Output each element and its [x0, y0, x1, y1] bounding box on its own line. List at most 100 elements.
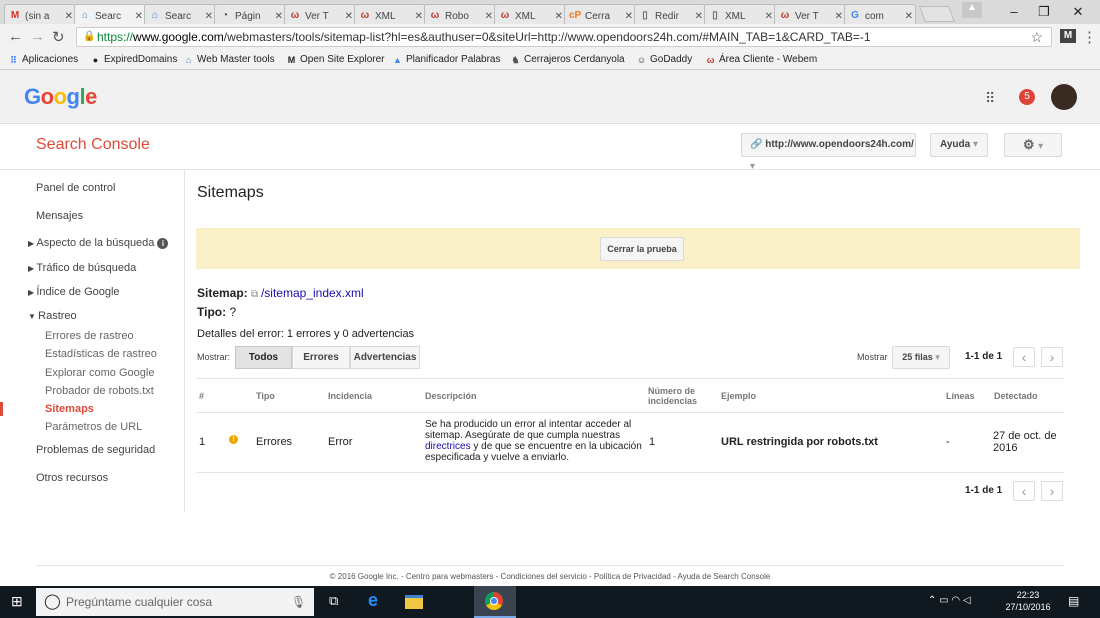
rows-select[interactable]: 25 filas ▾	[892, 346, 950, 369]
close-tab-icon[interactable]: ✕	[905, 11, 913, 22]
profile-icon[interactable]: ▲	[962, 2, 982, 18]
bookmark-item[interactable]: ▲ Planificador Palabras	[392, 54, 500, 66]
sidebar-item-rastreo[interactable]: ▼ Rastreo	[28, 310, 77, 322]
sidebar-item-parametros[interactable]: Parámetros de URL	[45, 421, 142, 433]
browser-tab[interactable]: Gcom ✕	[844, 4, 916, 24]
cortana-search[interactable]: ◯ Pregúntame cualquier cosa 🎙	[36, 588, 314, 616]
close-tab-icon[interactable]: ✕	[695, 11, 703, 22]
footer-links[interactable]: © 2016 Google Inc. - Centro para webmast…	[0, 572, 1100, 581]
sitemap-link[interactable]: /sitemap_index.xml	[261, 286, 364, 300]
close-tab-icon[interactable]: ✕	[345, 11, 353, 22]
filter-advertencias[interactable]: Advertencias	[350, 346, 420, 369]
minimize-button[interactable]: –	[1000, 4, 1028, 19]
edge-icon[interactable]: e	[368, 590, 378, 611]
new-tab-button[interactable]	[919, 6, 955, 22]
chrome-taskbar-button[interactable]	[474, 586, 516, 618]
back-icon[interactable]: ←	[8, 28, 23, 45]
sidebar-item-errores-rastreo[interactable]: Errores de rastreo	[45, 330, 134, 342]
file-explorer-icon[interactable]	[405, 595, 423, 609]
close-tab-icon[interactable]: ✕	[835, 11, 843, 22]
sidebar-item-robots[interactable]: Probador de robots.txt	[45, 385, 154, 397]
browser-tab[interactable]: ⌂ Searc ✕	[144, 4, 216, 24]
next-page-icon[interactable]: ›	[1041, 481, 1063, 501]
product-title[interactable]: Search Console	[36, 136, 150, 154]
browser-tab[interactable]: ◔ Págin ✕	[214, 4, 286, 24]
close-tab-icon[interactable]: ✕	[415, 11, 423, 22]
sidebar-item-seguridad[interactable]: Problemas de seguridad	[36, 444, 155, 456]
info-icon[interactable]: i	[157, 238, 169, 249]
search-console-icon: ⌂	[81, 10, 89, 21]
browser-tab[interactable]: cP Cerra ✕	[564, 4, 636, 24]
clock[interactable]: 22:23 27/10/2016	[1000, 589, 1056, 613]
notifications-badge[interactable]: 5	[1019, 89, 1035, 105]
close-tab-icon[interactable]: ✕	[625, 11, 633, 22]
close-tab-icon[interactable]: ✕	[765, 11, 773, 22]
close-window-button[interactable]: ✕	[1064, 4, 1092, 20]
browser-tab[interactable]: ▯ Redir ✕	[634, 4, 706, 24]
sidebar-item-aspecto[interactable]: ▶ Aspecto de la búsqueda i	[28, 237, 169, 249]
guidelines-link[interactable]: directrices	[425, 441, 471, 452]
prev-page-icon[interactable]: ‹	[1013, 481, 1035, 501]
type-label: Tipo:	[197, 305, 227, 319]
bookmark-item[interactable]: ● ExpiredDomains	[90, 54, 178, 66]
menu-kebab-icon[interactable]: ⋮	[1082, 28, 1097, 46]
active-indicator	[0, 402, 3, 416]
browser-tab[interactable]: ω Robo ✕	[424, 4, 496, 24]
browser-tab[interactable]: M (sin a ✕	[4, 4, 76, 24]
close-tab-icon[interactable]: ✕	[275, 11, 283, 22]
clock-date: 27/10/2016	[1005, 602, 1051, 612]
site-selector[interactable]: 🔗 http://www.opendoors24h.com/ ▾	[741, 133, 916, 172]
browser-tab[interactable]: ω XML ✕	[354, 4, 426, 24]
next-page-icon[interactable]: ›	[1041, 347, 1063, 367]
sidebar-item-indice[interactable]: ▶ Índice de Google	[28, 286, 120, 298]
bookmark-star-icon[interactable]: ☆	[1030, 28, 1043, 46]
apps-grid-icon[interactable]: ⠿	[985, 90, 995, 107]
microphone-icon[interactable]: 🎙	[291, 588, 306, 616]
google-icon: G	[851, 10, 859, 21]
browser-tab[interactable]: ω Ver T ✕	[284, 4, 356, 24]
browser-tab[interactable]: ω Ver T ✕	[774, 4, 846, 24]
reload-icon[interactable]: ↻	[52, 28, 65, 46]
cell-detectado: 27 de oct. de 2016	[993, 430, 1057, 454]
sidebar-item-panel[interactable]: Panel de control	[36, 182, 116, 194]
bookmark-item[interactable]: ☺ GoDaddy	[636, 54, 692, 66]
close-tab-icon[interactable]: ✕	[485, 11, 493, 22]
sidebar-item-otros[interactable]: Otros recursos	[36, 472, 108, 484]
filter-todos[interactable]: Todos	[235, 346, 292, 369]
close-tab-icon[interactable]: ✕	[205, 11, 213, 22]
url-field[interactable]: 🔒 https://www.google.com/webmasters/tools…	[76, 27, 1052, 47]
bookmark-item[interactable]: ω Área Cliente - Webem	[705, 54, 818, 66]
sidebar-item-estadisticas[interactable]: Estadísticas de rastreo	[45, 348, 157, 360]
action-center-icon[interactable]: ▤	[1068, 594, 1079, 608]
bookmark-item[interactable]: M Open Site Explorer	[286, 54, 385, 66]
windows-taskbar: ⊞ ◯ Pregúntame cualquier cosa 🎙 ⧉ e ⌃ ▭ …	[0, 586, 1100, 618]
sidebar-item-explorar[interactable]: Explorar como Google	[45, 367, 154, 379]
task-view-icon[interactable]: ⧉	[329, 593, 338, 609]
close-tab-icon[interactable]: ✕	[65, 11, 73, 22]
avatar[interactable]	[1051, 84, 1077, 110]
bookmark-item[interactable]: ⌂ Web Master tools	[183, 54, 275, 66]
browser-tab[interactable]: ⌂ Searc ✕	[74, 4, 146, 24]
extension-icon[interactable]: M	[1060, 29, 1076, 43]
close-test-button[interactable]: Cerrar la prueba	[600, 237, 684, 261]
sidebar-item-mensajes[interactable]: Mensajes	[36, 210, 83, 222]
prev-page-icon[interactable]: ‹	[1013, 347, 1035, 367]
maximize-button[interactable]: ❐	[1030, 4, 1058, 20]
help-button[interactable]: Ayuda ▾	[930, 133, 988, 157]
bookmark-item[interactable]: ⠿ Aplicaciones	[8, 54, 78, 66]
godaddy-icon: ☺	[636, 55, 647, 65]
sidebar-item-trafico[interactable]: ▶ Tráfico de búsqueda	[28, 262, 136, 274]
browser-tab[interactable]: ▯ XML ✕	[704, 4, 776, 24]
settings-button[interactable]: ⚙ ▾	[1004, 133, 1062, 157]
browser-tab[interactable]: ω XML ✕	[494, 4, 566, 24]
cell-ejemplo[interactable]: URL restringida por robots.txt	[721, 436, 878, 448]
forward-icon[interactable]: →	[30, 28, 45, 45]
bookmark-item[interactable]: ♞ Cerrajeros Cerdanyola	[510, 54, 624, 66]
windows-start-icon[interactable]: ⊞	[11, 593, 23, 610]
tray-icons[interactable]: ⌃ ▭ ◠ ◁	[928, 595, 971, 606]
google-logo[interactable]: Google	[24, 84, 97, 110]
close-tab-icon[interactable]: ✕	[555, 11, 563, 22]
sidebar-item-sitemaps[interactable]: Sitemaps	[45, 403, 94, 415]
filter-errores[interactable]: Errores	[292, 346, 350, 369]
close-tab-icon[interactable]: ✕	[135, 11, 143, 22]
